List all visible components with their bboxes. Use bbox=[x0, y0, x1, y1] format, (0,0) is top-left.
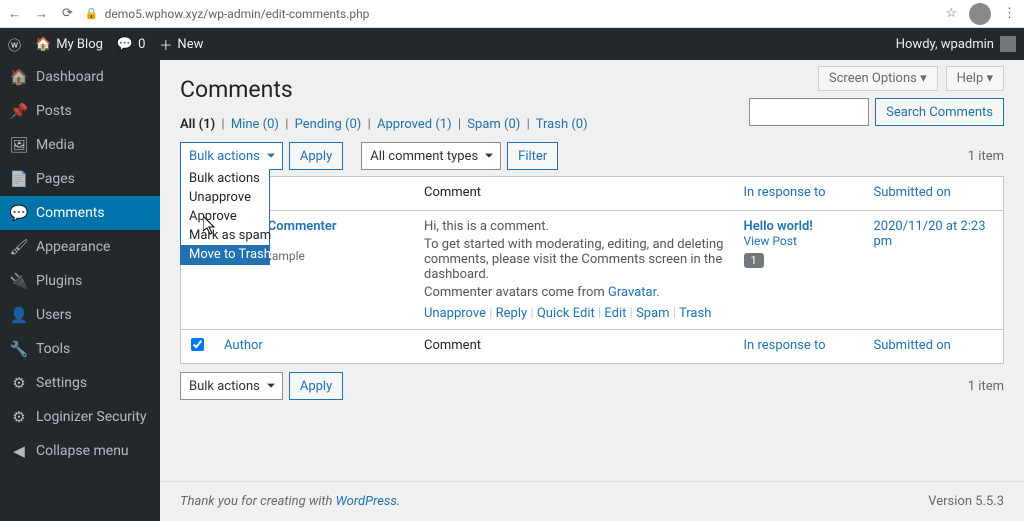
sidebar-item-settings[interactable]: ⚙Settings bbox=[0, 366, 160, 400]
plugins-icon: 🔌 bbox=[10, 272, 28, 290]
response-count-bubble: 1 bbox=[744, 253, 764, 268]
bulk-option-approve[interactable]: Approve bbox=[181, 207, 269, 226]
filter-approved[interactable]: Approved (1) bbox=[377, 117, 452, 132]
user-avatar[interactable] bbox=[1000, 36, 1016, 52]
comments-table: Author Comment In response to Submitted … bbox=[180, 176, 1004, 364]
search-input[interactable] bbox=[749, 98, 869, 126]
col-comment[interactable]: Comment bbox=[414, 177, 734, 211]
filter-spam[interactable]: Spam (0) bbox=[467, 117, 520, 132]
col-date-foot[interactable]: Submitted on bbox=[864, 330, 1004, 364]
wp-admin-bar: ⓦ 🏠 My Blog 💬 0 ＋ New Howdy, wpadmin bbox=[0, 28, 1024, 60]
posts-icon: 📌 bbox=[10, 102, 28, 120]
bulk-actions-select-top[interactable]: Bulk actions bbox=[180, 142, 283, 170]
screen-options-button[interactable]: Screen Options ▾ bbox=[818, 66, 938, 91]
col-response[interactable]: In response to bbox=[734, 177, 864, 211]
view-post-link[interactable]: View Post bbox=[744, 234, 797, 248]
sidebar-collapse[interactable]: ◀Collapse menu bbox=[0, 434, 160, 468]
bulk-option-unapprove[interactable]: Unapprove bbox=[181, 188, 269, 207]
howdy-text[interactable]: Howdy, wpadmin bbox=[896, 37, 994, 52]
comments-bubble[interactable]: 💬 0 bbox=[117, 37, 146, 52]
bulk-option-bulk[interactable]: Bulk actions bbox=[181, 169, 269, 188]
action-reply[interactable]: Reply bbox=[496, 306, 528, 321]
action-trash[interactable]: Trash bbox=[679, 306, 711, 321]
action-edit[interactable]: Edit bbox=[604, 306, 626, 321]
action-spam[interactable]: Spam bbox=[636, 306, 670, 321]
reload-icon[interactable]: ⟳ bbox=[62, 6, 73, 21]
sidebar-item-tools[interactable]: 🔧Tools bbox=[0, 332, 160, 366]
bulk-actions-dropdown: Bulk actions Unapprove Approve Mark as s… bbox=[180, 169, 270, 265]
col-response-foot[interactable]: In response to bbox=[734, 330, 864, 364]
gravatar-link[interactable]: Gravatar bbox=[608, 285, 656, 300]
bulk-option-spam[interactable]: Mark as spam bbox=[181, 226, 269, 245]
admin-footer: Thank you for creating with WordPress. V… bbox=[160, 481, 1024, 521]
comment-text-1: Hi, this is a comment. bbox=[424, 219, 724, 234]
comment-text-3: Commenter avatars come from Gravatar. bbox=[424, 285, 724, 300]
sidebar-item-dashboard[interactable]: 🏠Dashboard bbox=[0, 60, 160, 94]
tools-icon: 🔧 bbox=[10, 340, 28, 358]
gear-icon: ⚙ bbox=[10, 408, 28, 426]
search-comments-button[interactable]: Search Comments bbox=[875, 98, 1004, 126]
forward-icon[interactable]: → bbox=[35, 6, 48, 22]
pages-icon: 📄 bbox=[10, 170, 28, 188]
items-count-bottom: 1 item bbox=[968, 379, 1004, 394]
comment-types-select[interactable]: All comment types bbox=[361, 142, 501, 170]
action-quickedit[interactable]: Quick Edit bbox=[537, 306, 595, 321]
apply-button-top[interactable]: Apply bbox=[289, 142, 343, 170]
filter-mine[interactable]: Mine (0) bbox=[231, 117, 279, 132]
filter-trash[interactable]: Trash (0) bbox=[536, 117, 588, 132]
star-icon[interactable]: ☆ bbox=[945, 6, 957, 21]
sidebar-item-posts[interactable]: 📌Posts bbox=[0, 94, 160, 128]
col-date[interactable]: Submitted on bbox=[864, 177, 1004, 211]
sidebar-item-loginizer[interactable]: ⚙Loginizer Security bbox=[0, 400, 160, 434]
sidebar-item-comments[interactable]: 💬Comments bbox=[0, 196, 160, 230]
bulk-option-trash[interactable]: Move to Trash bbox=[181, 245, 269, 264]
table-row: dPress Commenter ress.org ipress.example… bbox=[181, 211, 1004, 330]
settings-icon: ⚙ bbox=[10, 374, 28, 392]
content-area: Screen Options ▾ Help ▾ Comments Search … bbox=[160, 60, 1024, 521]
profile-icon[interactable] bbox=[969, 3, 991, 25]
site-link[interactable]: 🏠 My Blog bbox=[35, 37, 103, 52]
col-comment-foot[interactable]: Comment bbox=[414, 330, 734, 364]
collapse-icon: ◀ bbox=[10, 442, 28, 460]
response-post-link[interactable]: Hello world! bbox=[744, 219, 813, 234]
apply-button-bottom[interactable]: Apply bbox=[289, 372, 343, 400]
col-author-foot[interactable]: Author bbox=[214, 330, 414, 364]
browser-bar: ← → ⟳ 🔒 demo5.wphow.xyz/wp-admin/edit-co… bbox=[0, 0, 1024, 28]
wp-link[interactable]: WordPress bbox=[336, 494, 397, 509]
row-actions: Unapprove | Reply | Quick Edit | Edit | … bbox=[424, 306, 724, 321]
url-text: demo5.wphow.xyz/wp-admin/edit-comments.p… bbox=[105, 7, 370, 21]
version-text: Version 5.5.3 bbox=[928, 494, 1004, 509]
bulk-actions-select-bottom[interactable]: Bulk actions bbox=[180, 372, 283, 400]
lock-icon: 🔒 bbox=[85, 7, 99, 20]
sidebar-item-plugins[interactable]: 🔌Plugins bbox=[0, 264, 160, 298]
menu-icon[interactable]: ⋮ bbox=[1003, 6, 1016, 21]
admin-sidebar: 🏠Dashboard 📌Posts 🖼Media 📄Pages 💬Comment… bbox=[0, 60, 160, 521]
back-icon[interactable]: ← bbox=[8, 6, 21, 22]
wp-logo[interactable]: ⓦ bbox=[8, 35, 21, 54]
users-icon: 👤 bbox=[10, 306, 28, 324]
comment-date[interactable]: 2020/11/20 at 2:23 pm bbox=[874, 219, 986, 249]
comments-icon: 💬 bbox=[10, 204, 28, 222]
dashboard-icon: 🏠 bbox=[10, 68, 28, 86]
filter-all[interactable]: All (1) bbox=[180, 117, 215, 132]
sidebar-item-pages[interactable]: 📄Pages bbox=[0, 162, 160, 196]
action-unapprove[interactable]: Unapprove bbox=[424, 306, 486, 321]
help-button[interactable]: Help ▾ bbox=[946, 66, 1004, 91]
filter-button[interactable]: Filter bbox=[507, 142, 558, 170]
media-icon: 🖼 bbox=[10, 136, 28, 154]
new-content[interactable]: ＋ New bbox=[159, 35, 203, 54]
select-all-bottom[interactable] bbox=[191, 338, 204, 351]
comment-text-2: To get started with moderating, editing,… bbox=[424, 237, 724, 282]
sidebar-item-appearance[interactable]: 🖌Appearance bbox=[0, 230, 160, 264]
filter-pending[interactable]: Pending (0) bbox=[295, 117, 362, 132]
sidebar-item-users[interactable]: 👤Users bbox=[0, 298, 160, 332]
items-count-top: 1 item bbox=[968, 149, 1004, 164]
appearance-icon: 🖌 bbox=[10, 238, 28, 256]
sidebar-item-media[interactable]: 🖼Media bbox=[0, 128, 160, 162]
